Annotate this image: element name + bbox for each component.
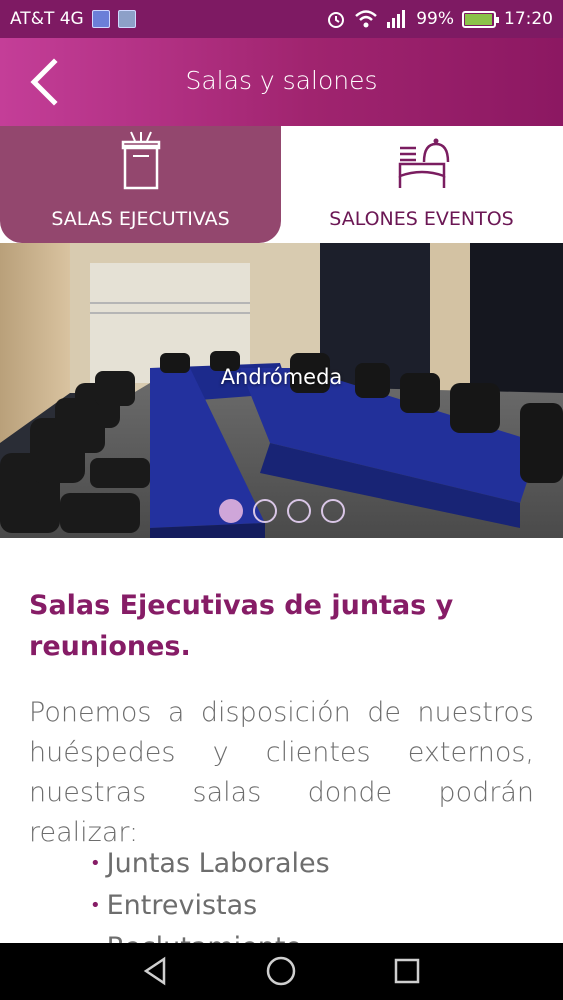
list-item: Juntas Laborales	[90, 844, 330, 886]
home-circle-icon[interactable]	[265, 955, 297, 987]
tab-salones-eventos[interactable]: SALONES EVENTOS	[281, 126, 562, 243]
carousel-dot[interactable]	[253, 499, 277, 523]
banquet-table-icon	[398, 138, 449, 188]
slide-caption: Andrómeda	[220, 365, 343, 389]
section-title-line: reuniones.	[29, 631, 191, 662]
image-icon	[117, 10, 136, 28]
section-body: Ponemos a disposición de nuestros huéspe…	[29, 697, 534, 848]
tab-salas-ejecutivas[interactable]: SALAS EJECUTIVAS	[0, 126, 281, 243]
status-bar: AT&T 4G 99% 17:20	[0, 0, 563, 38]
clock-time: 17:20	[504, 9, 553, 29]
content-section: Salas Ejecutivas de juntas y reuniones. …	[0, 538, 563, 943]
tab-label: SALAS EJECUTIVAS	[51, 208, 230, 230]
meeting-room-photo	[0, 243, 563, 538]
tab-label: SALONES EVENTOS	[329, 208, 514, 230]
list-item: Reclutamiento	[90, 928, 330, 943]
usb-icon	[91, 10, 110, 28]
app-header: Salas y salones	[0, 38, 563, 126]
carousel-dot[interactable]	[321, 499, 345, 523]
alarm-icon	[328, 12, 345, 28]
page-title: Salas y salones	[185, 66, 378, 95]
system-nav-bar	[0, 943, 563, 1000]
podium-icon	[121, 131, 160, 190]
recents-square-icon[interactable]	[391, 955, 423, 987]
list-item: Entrevistas	[90, 886, 330, 928]
battery-icon	[462, 10, 499, 28]
section-title: Salas Ejecutivas de juntas y reuniones.	[29, 585, 529, 667]
services-list: Juntas Laborales Entrevistas Reclutamien…	[90, 844, 330, 943]
wifi-icon	[355, 10, 378, 28]
carousel-dot[interactable]	[287, 499, 311, 523]
carrier-text: AT&T 4G	[10, 9, 84, 29]
battery-percent: 99%	[416, 9, 454, 29]
carousel-dot[interactable]	[219, 499, 243, 523]
tab-bar: SALAS EJECUTIVAS SALONES EVENTOS	[0, 126, 563, 243]
carousel-indicators	[219, 499, 345, 523]
signal-icon	[387, 10, 406, 28]
image-carousel[interactable]: Andrómeda	[0, 243, 563, 538]
section-title-line: Salas Ejecutivas de juntas y	[29, 590, 454, 621]
back-triangle-icon[interactable]	[140, 955, 172, 987]
